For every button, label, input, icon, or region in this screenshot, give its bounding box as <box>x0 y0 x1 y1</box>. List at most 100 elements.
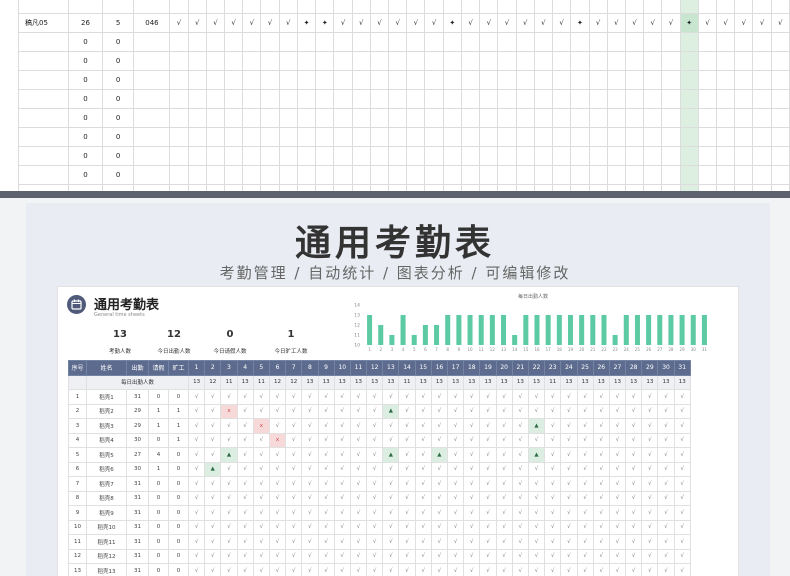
cell[interactable] <box>515 146 535 166</box>
cell[interactable] <box>460 127 481 147</box>
cell[interactable] <box>588 51 608 71</box>
check-cell[interactable]: √ <box>560 403 578 419</box>
cell[interactable] <box>460 0 481 14</box>
cell[interactable] <box>187 127 207 147</box>
check-cell[interactable]: √ <box>560 432 578 448</box>
cell[interactable] <box>661 165 681 185</box>
day-header[interactable]: 3 <box>220 360 238 376</box>
check-cell[interactable]: √ <box>511 389 529 405</box>
cell[interactable] <box>388 89 408 109</box>
check-cell[interactable]: √ <box>576 403 594 419</box>
check-cell[interactable]: √ <box>366 548 384 564</box>
day-header[interactable]: 25 <box>576 360 594 376</box>
cell[interactable] <box>697 89 718 109</box>
check-cell[interactable]: √ <box>511 476 529 492</box>
daily-count-cell[interactable]: 13 <box>446 374 465 390</box>
check-cell[interactable]: √ <box>414 519 432 535</box>
cell[interactable] <box>296 127 317 147</box>
cell[interactable] <box>315 165 335 185</box>
check-cell[interactable]: √ <box>641 432 659 448</box>
cell[interactable] <box>187 108 207 128</box>
check-cell[interactable]: √ <box>608 534 627 550</box>
check-cell[interactable]: √ <box>366 461 384 477</box>
mark-cell[interactable]: ▲ <box>204 461 222 477</box>
check-cell[interactable]: √ <box>430 432 449 448</box>
cell[interactable] <box>479 32 499 52</box>
check-cell[interactable]: √ <box>527 505 546 521</box>
cell[interactable] <box>224 146 244 166</box>
cell[interactable] <box>260 32 280 52</box>
cell[interactable] <box>515 165 535 185</box>
cell[interactable] <box>424 51 444 71</box>
cell[interactable] <box>716 165 736 185</box>
day-header[interactable]: 27 <box>608 360 627 376</box>
check-cell[interactable]: √ <box>495 534 513 550</box>
check-cell[interactable]: √ <box>236 563 254 576</box>
cell-name[interactable]: 稻壳3 <box>86 418 127 434</box>
check-cell[interactable]: √ <box>366 490 384 506</box>
mark-cell[interactable]: √ <box>388 13 408 33</box>
check-cell[interactable]: √ <box>430 563 449 576</box>
cell[interactable] <box>570 0 590 14</box>
check-cell[interactable]: √ <box>301 461 319 477</box>
daily-count-cell[interactable]: 13 <box>479 374 497 390</box>
cell[interactable] <box>242 89 262 109</box>
check-cell[interactable]: √ <box>592 548 610 564</box>
cell[interactable] <box>588 0 608 14</box>
check-cell[interactable]: √ <box>576 534 594 550</box>
cell[interactable] <box>697 165 718 185</box>
cell[interactable] <box>570 165 590 185</box>
mark-cell[interactable]: √ <box>479 13 499 33</box>
cell[interactable] <box>406 32 426 52</box>
cell[interactable] <box>133 146 171 166</box>
check-cell[interactable]: √ <box>673 432 691 448</box>
check-cell[interactable]: √ <box>252 534 270 550</box>
column-header[interactable]: 出勤 <box>126 360 149 376</box>
cell[interactable] <box>296 165 317 185</box>
cell[interactable] <box>442 0 463 14</box>
cell-leave[interactable]: 0 <box>148 389 169 405</box>
cell[interactable] <box>679 108 699 128</box>
mark-cell[interactable]: √ <box>278 13 298 33</box>
check-cell[interactable]: √ <box>544 403 562 419</box>
check-cell[interactable]: √ <box>430 403 449 419</box>
check-cell[interactable]: √ <box>333 403 351 419</box>
cell[interactable] <box>169 165 189 185</box>
check-cell[interactable]: √ <box>625 389 643 405</box>
check-cell[interactable]: √ <box>382 461 400 477</box>
check-cell[interactable]: √ <box>625 505 643 521</box>
cell[interactable] <box>770 51 790 71</box>
check-cell[interactable]: √ <box>446 534 465 550</box>
cell[interactable] <box>570 108 590 128</box>
check-cell[interactable]: √ <box>268 403 287 419</box>
cell[interactable] <box>643 89 663 109</box>
check-cell[interactable]: √ <box>576 490 594 506</box>
check-cell[interactable]: √ <box>187 476 206 492</box>
day-header[interactable]: 18 <box>463 360 481 376</box>
check-cell[interactable]: √ <box>414 389 432 405</box>
cell[interactable] <box>388 165 408 185</box>
check-cell[interactable]: √ <box>252 476 270 492</box>
cell[interactable]: 0 <box>68 108 103 128</box>
cell[interactable] <box>552 32 572 52</box>
check-cell[interactable]: √ <box>641 389 659 405</box>
day-header[interactable]: 9 <box>317 360 335 376</box>
check-cell[interactable]: √ <box>479 490 497 506</box>
cell-name[interactable]: 稻壳6 <box>86 461 127 477</box>
cell[interactable] <box>369 51 390 71</box>
check-cell[interactable]: √ <box>285 461 303 477</box>
mark-cell[interactable]: √ <box>661 13 681 33</box>
cell-name[interactable]: 稻壳13 <box>86 563 127 576</box>
cell[interactable] <box>133 0 171 14</box>
mark-cell[interactable]: √ <box>260 13 280 33</box>
check-cell[interactable]: √ <box>252 490 270 506</box>
cell[interactable] <box>570 89 590 109</box>
check-cell[interactable]: √ <box>430 490 449 506</box>
mark-cell[interactable]: √ <box>333 13 353 33</box>
cell[interactable] <box>570 32 590 52</box>
cell[interactable] <box>17 32 70 52</box>
cell[interactable] <box>296 32 317 52</box>
cell[interactable] <box>369 89 390 109</box>
check-cell[interactable]: √ <box>366 563 384 576</box>
cell[interactable]: 0 <box>68 127 103 147</box>
